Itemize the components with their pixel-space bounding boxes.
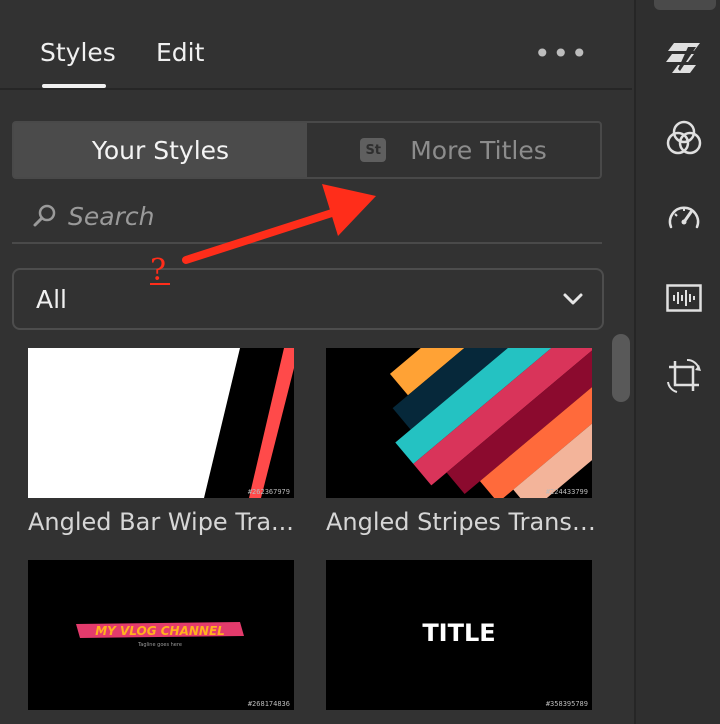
style-card-angled-bar-wipe[interactable]: #262367979 Angled Bar Wipe Tra... xyxy=(28,348,294,536)
vlog-tagline: Tagline goes here xyxy=(137,642,182,648)
active-tab-indicator xyxy=(42,84,106,88)
style-thumbnail: #262367979 xyxy=(28,348,294,498)
angled-bar-wipe-preview xyxy=(28,348,294,498)
search-icon xyxy=(33,204,56,227)
style-card-label: Angled Bar Wipe Tra... xyxy=(28,508,294,536)
crop-rotate-icon[interactable] xyxy=(664,356,704,396)
style-card-label: Angled Stripes Transit... xyxy=(326,508,596,536)
angled-stripes-preview xyxy=(326,348,592,498)
panel-scrollbar[interactable] xyxy=(612,334,630,402)
more-titles-label: More Titles xyxy=(410,135,547,165)
search-input[interactable] xyxy=(68,201,548,231)
chevron-down-icon xyxy=(563,293,583,305)
your-styles-button[interactable]: Your Styles xyxy=(14,123,307,177)
speedometer-icon[interactable] xyxy=(664,198,704,238)
styles-source-toggle: Your Styles St More Titles xyxy=(12,121,602,179)
styles-panel: Styles Edit ••• Your Styles St More Titl… xyxy=(0,0,632,724)
title-preview: TITLE xyxy=(326,560,592,710)
rail-top-button[interactable] xyxy=(654,0,716,10)
style-card-title[interactable]: TITLE #358395789 xyxy=(326,560,592,710)
stock-id: #262367979 xyxy=(247,488,290,496)
tab-edit[interactable]: Edit xyxy=(156,38,204,67)
tools-rail xyxy=(634,0,720,724)
category-filter-value: All xyxy=(36,284,67,314)
search-bar xyxy=(12,190,602,244)
more-titles-button[interactable]: St More Titles xyxy=(307,123,600,177)
color-circles-icon[interactable] xyxy=(664,118,704,158)
stock-id: #224433799 xyxy=(545,488,588,496)
stock-id: #358395789 xyxy=(545,700,588,708)
stock-id: #268174836 xyxy=(247,700,290,708)
panel-tab-bar: Styles Edit ••• xyxy=(0,0,632,90)
more-options-icon[interactable]: ••• xyxy=(534,40,590,68)
style-card-vlog-channel[interactable]: MY VLOG CHANNEL Tagline goes here #26817… xyxy=(28,560,294,710)
style-thumbnail: MY VLOG CHANNEL Tagline goes here #26817… xyxy=(28,560,294,710)
style-thumbnail: #224433799 xyxy=(326,348,592,498)
title-preview-text: TITLE xyxy=(422,619,495,647)
tab-styles[interactable]: Styles xyxy=(40,38,116,67)
your-styles-label: Your Styles xyxy=(91,135,230,165)
motion-blur-icon[interactable] xyxy=(664,38,704,78)
adobe-stock-icon: St xyxy=(360,138,387,162)
category-filter-dropdown[interactable]: All xyxy=(12,268,604,330)
style-card-angled-stripes[interactable]: #224433799 Angled Stripes Transit... xyxy=(326,348,596,536)
style-thumbnail: TITLE #358395789 xyxy=(326,560,592,710)
audio-waveform-icon[interactable] xyxy=(664,278,704,318)
vlog-channel-preview: MY VLOG CHANNEL Tagline goes here xyxy=(28,560,294,710)
vlog-logo-text: MY VLOG CHANNEL xyxy=(95,624,225,638)
